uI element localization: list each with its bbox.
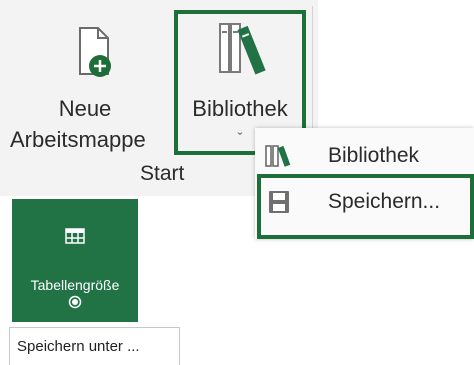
library-label: Bibliothek bbox=[192, 96, 288, 121]
save-as-button[interactable]: Speichern unter ... bbox=[9, 327, 180, 365]
new-workbook-label-line1: Neue bbox=[58, 96, 112, 121]
radio-indicator-icon[interactable] bbox=[68, 295, 82, 309]
ribbon-group-label: Start bbox=[140, 162, 185, 185]
library-books-icon bbox=[265, 145, 291, 167]
save-as-label: Speichern unter ... bbox=[17, 338, 140, 355]
new-workbook-button[interactable]: Neue Arbeitsmappe bbox=[8, 6, 168, 176]
table-size-label: Tabellengröße bbox=[30, 277, 120, 293]
save-highlight-box bbox=[257, 174, 474, 239]
new-workbook-label-line2: Arbeitsmappe bbox=[10, 127, 146, 152]
new-document-icon bbox=[79, 27, 111, 77]
library-books-icon bbox=[219, 23, 266, 75]
menu-item-library-label: Bibliothek bbox=[328, 144, 420, 167]
table-size-button[interactable]: Tabellengröße bbox=[12, 199, 138, 322]
table-grid-icon bbox=[65, 228, 85, 244]
